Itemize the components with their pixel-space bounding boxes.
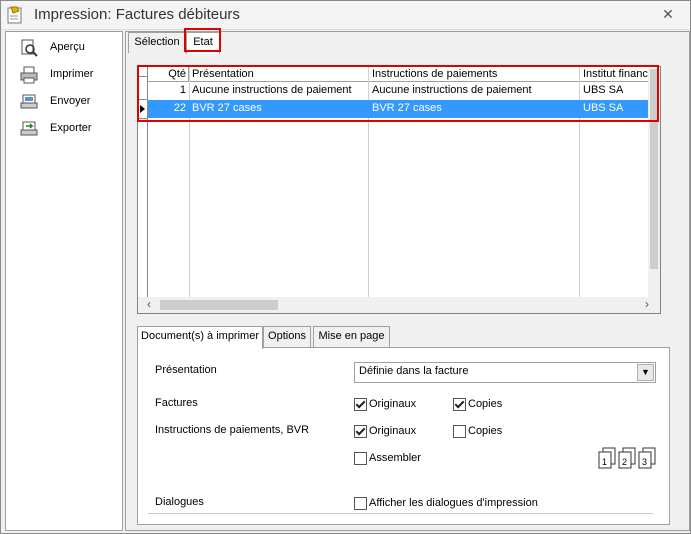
tab-documents[interactable]: Document(s) à imprimer [137, 326, 263, 349]
printer-icon [20, 66, 38, 84]
presentation-select[interactable]: Définie dans la facture ▼ [354, 362, 656, 383]
table-row[interactable]: 1 Aucune instructions de paiement Aucune… [138, 82, 660, 100]
main-panel: Sélection Etat Qté Présentation Instruct… [125, 28, 690, 531]
send-icon [20, 94, 38, 109]
print-grid: Qté Présentation Instructions de paiemen… [137, 66, 661, 314]
svg-text:2: 2 [622, 457, 627, 467]
factures-originaux-checkbox[interactable] [354, 398, 367, 411]
title-bar: Impression: Factures débiteurs ✕ [1, 1, 690, 30]
column-header-presentation[interactable]: Présentation [189, 67, 369, 82]
tab-mise-en-page[interactable]: Mise en page [313, 326, 390, 347]
horizontal-scrollbar[interactable]: ‹ › [138, 297, 660, 313]
chevron-down-icon[interactable]: ▼ [637, 364, 654, 381]
sidebar-item-imprimer[interactable]: Imprimer [20, 65, 120, 85]
afficher-dialogues-checkbox[interactable] [354, 497, 367, 510]
sidebar: Aperçu Imprimer Envoyer Exporter [5, 31, 123, 531]
sidebar-item-label: Imprimer [50, 68, 94, 80]
svg-text:3: 3 [642, 457, 647, 467]
scroll-right-icon[interactable]: › [645, 297, 649, 311]
instr-originaux-checkbox[interactable] [354, 425, 367, 438]
sidebar-item-apercu[interactable]: Aperçu [20, 38, 120, 58]
divider [148, 513, 653, 514]
scroll-left-icon[interactable]: ‹ [147, 297, 151, 311]
vertical-scroll-thumb[interactable] [650, 69, 658, 269]
sidebar-item-label: Aperçu [50, 41, 85, 53]
sidebar-item-label: Exporter [50, 122, 92, 134]
print-window: Impression: Factures débiteurs ✕ Aperçu … [0, 0, 691, 534]
instructions-label: Instructions de paiements, BVR [155, 424, 310, 436]
assembler-checkbox[interactable] [354, 452, 367, 465]
instr-copies-checkbox[interactable] [453, 425, 466, 438]
column-header-instructions[interactable]: Instructions de paiements [369, 67, 580, 82]
horizontal-scroll-thumb[interactable] [160, 300, 278, 310]
window-title: Impression: Factures débiteurs [34, 6, 240, 23]
factures-copies-checkbox[interactable] [453, 398, 466, 411]
vertical-scrollbar[interactable] [648, 67, 660, 297]
close-icon[interactable]: ✕ [661, 7, 675, 21]
tab-etat[interactable]: Etat [186, 32, 220, 54]
table-row-selected[interactable]: 22 BVR 27 cases BVR 27 cases UBS SA [138, 100, 660, 118]
column-header-institut[interactable]: Institut financier [580, 67, 650, 82]
sidebar-item-exporter[interactable]: Exporter [20, 119, 120, 139]
app-icon [7, 6, 22, 24]
svg-text:1: 1 [602, 457, 607, 467]
documents-panel: Présentation Définie dans la facture ▼ F… [137, 347, 670, 525]
factures-label: Factures [155, 397, 198, 409]
export-icon [20, 121, 38, 136]
sidebar-item-label: Envoyer [50, 95, 91, 107]
column-header-qty[interactable]: Qté [148, 67, 189, 82]
tab-options[interactable]: Options [263, 326, 311, 347]
presentation-label: Présentation [155, 364, 217, 376]
preview-icon [21, 39, 38, 57]
tab-selection[interactable]: Sélection [128, 32, 186, 53]
dialogues-label: Dialogues [155, 496, 204, 508]
sidebar-item-envoyer[interactable]: Envoyer [20, 92, 120, 112]
collate-pages-icon: 1 2 3 [598, 447, 656, 469]
